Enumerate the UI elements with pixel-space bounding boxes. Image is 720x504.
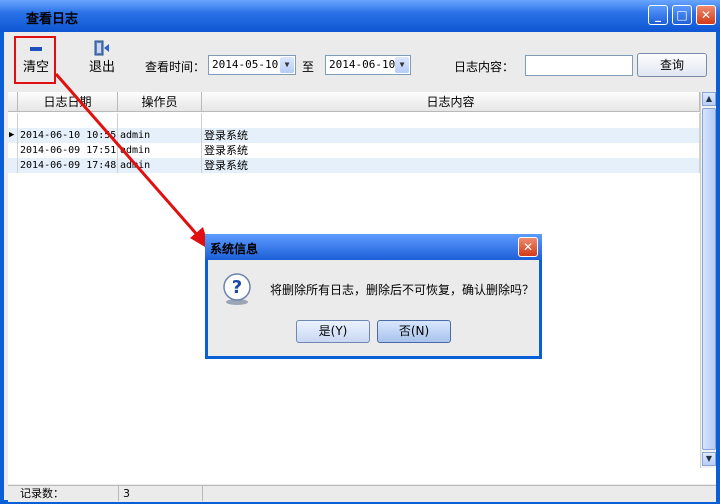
yes-button[interactable]: 是(Y) xyxy=(296,320,370,343)
dialog-close-button[interactable]: ✕ xyxy=(518,237,538,257)
question-icon: ? xyxy=(223,273,251,305)
dialog-title: 系统信息 xyxy=(210,242,259,256)
no-button[interactable]: 否(N) xyxy=(377,320,451,343)
svg-text:?: ? xyxy=(232,277,242,298)
dialog-message: 将删除所有日志，删除后不可恢复，确认删除吗？ xyxy=(270,283,535,297)
dialog-body: ? 将删除所有日志，删除后不可恢复，确认删除吗？ 是(Y) 否(N) xyxy=(208,260,539,356)
system-info-dialog: 系统信息 ✕ ? 将删除所有日志，删除后不可恢复，确认删除吗？ 是(Y) 否(N… xyxy=(205,234,542,359)
log-viewer-window: 查看日志 _ □ ✕ 清空 退出 查看时间： 2014-05-10 ▼ 至 20… xyxy=(0,0,720,504)
dialog-title-bar[interactable]: 系统信息 ✕ xyxy=(205,234,542,260)
